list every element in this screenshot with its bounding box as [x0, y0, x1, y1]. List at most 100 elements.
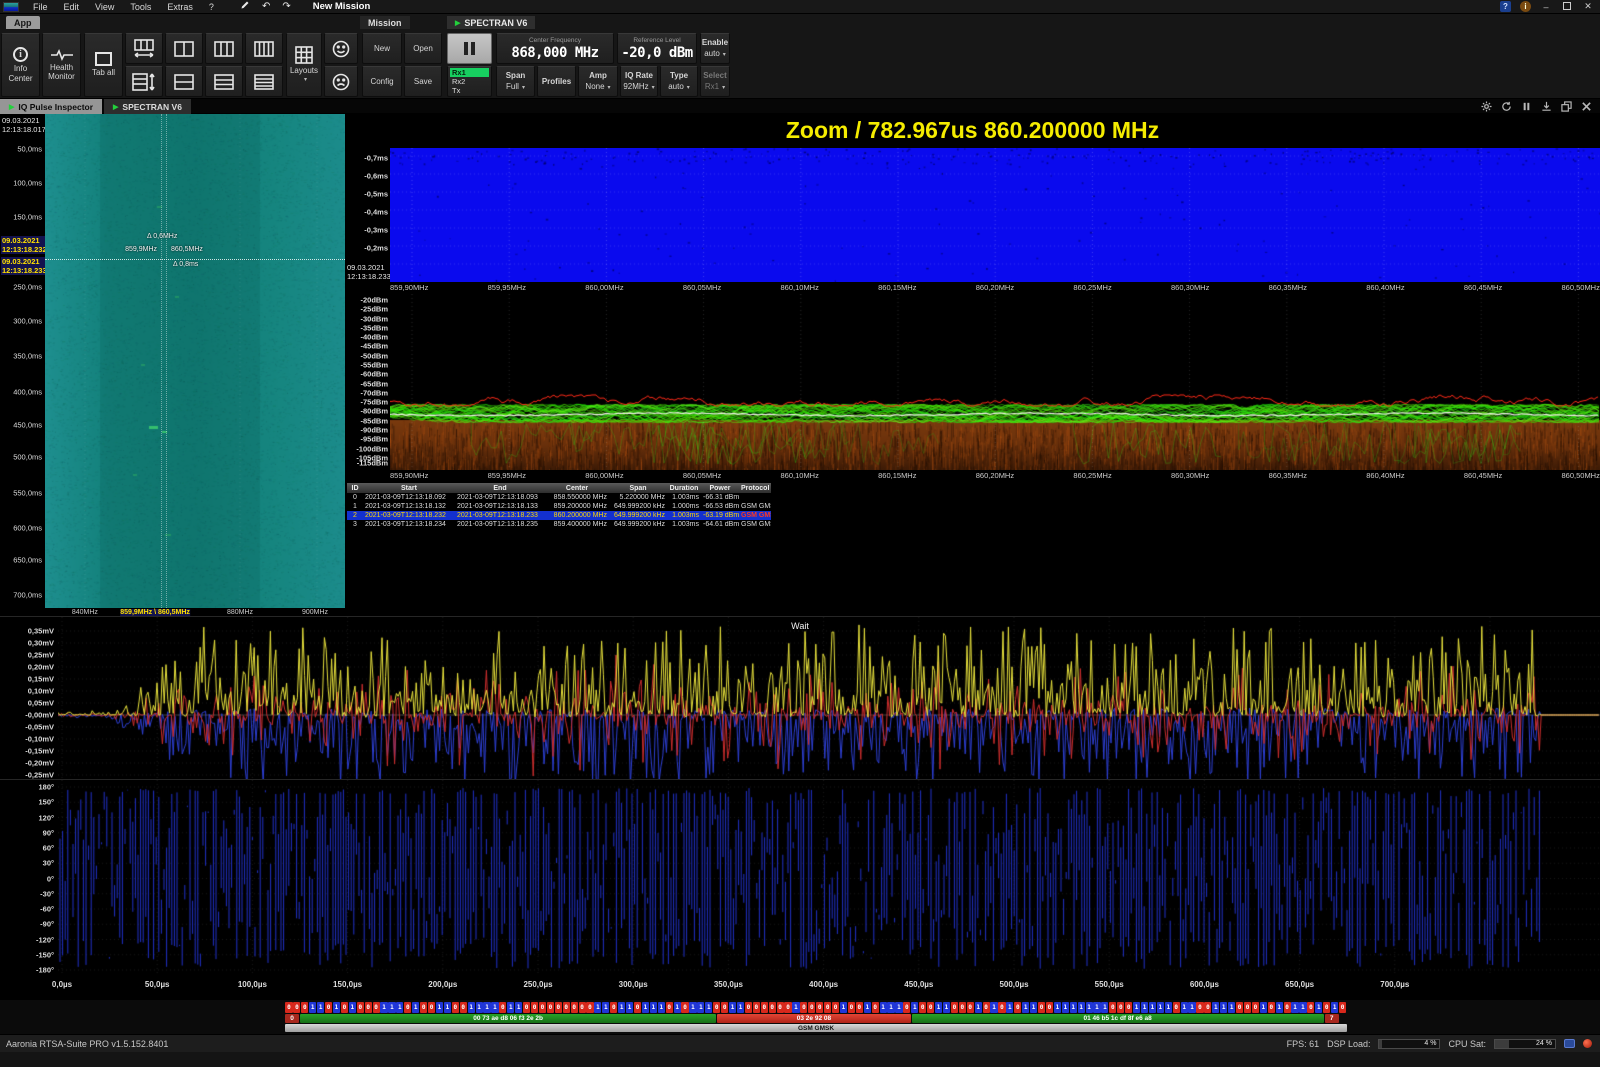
menu-extras[interactable]: Extras [167, 2, 193, 12]
edit-pencil-icon[interactable] [240, 0, 250, 13]
help-icon[interactable]: ? [1500, 1, 1511, 12]
menu-help[interactable]: ? [209, 2, 214, 12]
split-3-columns-button[interactable] [205, 33, 243, 64]
cell-duration: 1.003ms [667, 494, 701, 501]
dbm-tick-label: -70dBm [360, 388, 388, 397]
iq-waveform-canvas[interactable] [58, 617, 1600, 780]
dbm-tick-label: -90dBm [360, 426, 388, 435]
dbm-tick-label: -100dBm [356, 444, 388, 453]
menu-tools[interactable]: Tools [130, 2, 151, 12]
tab-iq-pulse-inspector[interactable]: ▶IQ Pulse Inspector [0, 99, 102, 114]
amp-dropdown[interactable]: Amp None▾ [578, 66, 618, 97]
tab-spectran-v6[interactable]: ▶SPECTRAN V6 [104, 99, 191, 114]
bit-cell: 0 [365, 1002, 372, 1013]
bit-cell: 0 [523, 1002, 530, 1013]
bit-cell: 0 [808, 1002, 815, 1013]
bit-cell: 1 [1220, 1002, 1227, 1013]
ribbon-tab-mission[interactable]: Mission [360, 16, 410, 29]
column-header-id[interactable]: ID [347, 485, 363, 492]
column-header-power[interactable]: Power [701, 485, 739, 492]
play-icon: ▶ [113, 103, 118, 111]
reference-level-control[interactable]: Reference Level -20,0 dBm [617, 33, 697, 64]
smiley-sad-button[interactable] [324, 66, 358, 97]
table-row[interactable]: 32021-03-09T12:13:18.2342021-03-09T12:13… [347, 520, 771, 529]
rx1-toggle[interactable]: Rx1 [450, 68, 489, 77]
zoom-spectrogram-canvas[interactable] [390, 148, 1600, 282]
column-header-center[interactable]: Center [545, 485, 609, 492]
bit-cell: 0 [285, 1002, 292, 1013]
layouts-button[interactable]: Layouts ▾ [286, 33, 322, 97]
column-header-end[interactable]: End [455, 485, 545, 492]
bit-cell: 0 [753, 1002, 760, 1013]
iq-rate-dropdown[interactable]: IQ Rate 92MHz▾ [620, 66, 658, 97]
ribbon-tab-app[interactable]: App [6, 16, 40, 29]
bit-cell: 0 [1173, 1002, 1180, 1013]
menu-view[interactable]: View [95, 2, 114, 12]
menu-file[interactable]: File [33, 2, 48, 12]
waterfall-spectrogram-canvas[interactable] [45, 114, 345, 608]
download-icon[interactable] [1541, 101, 1552, 114]
ribbon-tab-spectran[interactable]: ▶SPECTRAN V6 [447, 16, 535, 29]
minimize-icon[interactable]: – [1540, 2, 1552, 12]
bit-cell: 1 [1022, 1002, 1029, 1013]
waterfall-spectrogram[interactable]: Δ 0,6MHz 859,9MHz 860,5MHz Δ 0,8ms [45, 114, 345, 608]
undo-icon[interactable]: ↶ [262, 2, 270, 12]
time-tick-label: 700,0µs [1380, 980, 1409, 989]
split-2-columns-button[interactable] [165, 33, 203, 64]
pause-icon[interactable] [1521, 101, 1532, 114]
split-4-columns-button[interactable] [245, 33, 283, 64]
center-frequency-control[interactable]: Center Frequency 868,000 MHz [496, 33, 614, 64]
mission-save-button[interactable]: Save [404, 66, 442, 97]
table-row[interactable]: 22021-03-09T12:13:18.2322021-03-09T12:13… [347, 511, 771, 520]
enable-dropdown[interactable]: Enable auto▾ [700, 33, 730, 64]
column-header-protocol[interactable]: Protocol [739, 485, 771, 492]
split-columns-resize-button[interactable] [125, 33, 163, 64]
type-dropdown[interactable]: Type auto▾ [660, 66, 698, 97]
bit-cell: 0 [1284, 1002, 1291, 1013]
cell-id: 3 [347, 521, 363, 528]
table-row[interactable]: 12021-03-09T12:13:18.1322021-03-09T12:13… [347, 502, 771, 511]
column-header-duration[interactable]: Duration [667, 485, 701, 492]
split-4-rows-button[interactable] [245, 66, 283, 97]
smiley-happy-button[interactable] [324, 33, 358, 64]
redo-icon[interactable]: ↷ [282, 2, 290, 12]
tx-toggle[interactable]: Tx [450, 86, 489, 95]
mission-new-button[interactable]: New [362, 33, 402, 64]
mission-open-button[interactable]: Open [404, 33, 442, 64]
column-header-start[interactable]: Start [363, 485, 455, 492]
maximize-icon[interactable] [1561, 2, 1573, 12]
split-3-rows-button[interactable] [205, 66, 243, 97]
span-dropdown[interactable]: Span Full▾ [496, 66, 535, 97]
spectrum-persistence-canvas[interactable] [390, 294, 1600, 470]
rx2-toggle[interactable]: Rx2 [450, 77, 489, 86]
profiles-button[interactable]: Profiles [537, 66, 576, 97]
close-icon[interactable]: ✕ [1582, 1, 1594, 12]
phase-canvas[interactable] [58, 780, 1600, 976]
health-monitor-button[interactable]: Health Monitor [42, 33, 81, 97]
time-tick-label: 500,0µs [999, 980, 1028, 989]
pause-button[interactable] [447, 33, 492, 64]
column-header-span[interactable]: Span [609, 485, 667, 492]
bit-cell: 1 [864, 1002, 871, 1013]
refresh-icon[interactable] [1501, 101, 1512, 114]
freq-tick-label: 860,20MHz [976, 471, 1014, 481]
settings-gear-icon[interactable] [1481, 101, 1492, 114]
mission-config-button[interactable]: Config [362, 66, 402, 97]
split-rows-resize-button[interactable] [125, 66, 163, 97]
pause-icon [464, 42, 475, 55]
split-2-rows-button[interactable] [165, 66, 203, 97]
menu-edit[interactable]: Edit [64, 2, 80, 12]
bit-cell: 0 [373, 1002, 380, 1013]
detach-icon[interactable] [1561, 101, 1572, 114]
tab-all-button[interactable]: Tab all [84, 33, 123, 97]
cell-start: 2021-03-09T12:13:18.092 [363, 494, 455, 501]
close-panel-icon[interactable] [1581, 101, 1592, 114]
bit-cell: 0 [1268, 1002, 1275, 1013]
info-icon[interactable]: i [1520, 1, 1531, 12]
info-center-button[interactable]: i Info Center [1, 33, 40, 97]
time-tick-label: 550,0µs [1095, 980, 1124, 989]
bit-cell: 0 [681, 1002, 688, 1013]
panel-toolbar [1481, 101, 1592, 114]
bit-cell: 1 [618, 1002, 625, 1013]
table-row[interactable]: 02021-03-09T12:13:18.0922021-03-09T12:13… [347, 493, 771, 502]
